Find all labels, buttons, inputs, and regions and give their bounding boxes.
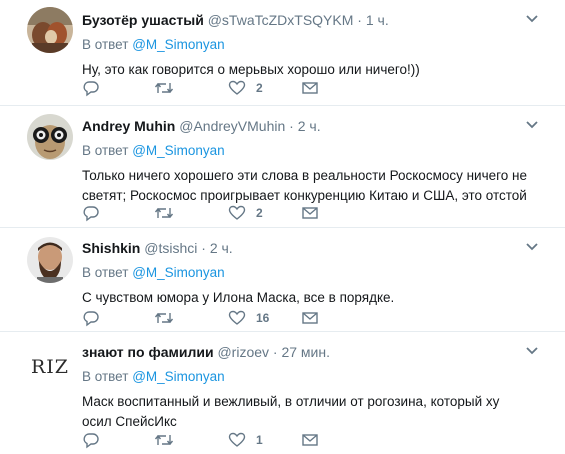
like-button[interactable]: 2 [228,79,263,97]
retweet-icon [154,207,174,219]
like-icon [228,310,246,325]
reply-context: В ответ @M_Simonyan [82,264,545,282]
reply-button[interactable] [82,431,100,449]
timestamp[interactable]: 2 ч. [298,118,321,134]
like-button[interactable]: 1 [228,431,263,449]
message-button[interactable] [301,204,319,222]
reply-feed: Бузотёр ушастый @sTwaTcZDxTSQYKM · 1 ч. … [0,0,565,454]
timestamp[interactable]: 27 мин. [281,344,330,360]
retweet-icon [154,434,174,446]
message-button[interactable] [301,79,319,97]
tweet-text: Только ничего хорошего эти слова в реаль… [82,168,527,203]
reply-mention-link[interactable]: @M_Simonyan [132,143,225,158]
reply-button[interactable] [82,79,100,97]
like-icon [228,205,246,220]
timestamp[interactable]: 2 ч. [210,240,233,256]
user-handle[interactable]: @tsishci [144,240,197,256]
tweet-text: С чувством юмора у Илона Маска, все в по… [82,290,395,305]
reply-mention-link[interactable]: @M_Simonyan [132,265,225,280]
like-icon [228,432,246,447]
tweet-actions: 2 [82,79,322,99]
reply-context: В ответ @M_Simonyan [82,36,545,54]
retweet-icon [154,82,174,94]
message-icon [302,312,318,324]
reply-prefix: В ответ [82,143,129,158]
message-button[interactable] [301,431,319,449]
user-handle[interactable]: @sTwaTcZDxTSQYKM [208,12,354,28]
user-handle[interactable]: @AndreyVMuhin [179,118,285,134]
display-name[interactable]: знают по фамилии [82,344,214,360]
reply-mention-link[interactable]: @M_Simonyan [132,37,225,52]
display-name[interactable]: Shishkin [82,240,140,256]
reply-context: В ответ @M_Simonyan [82,142,545,160]
reply-prefix: В ответ [82,37,129,52]
separator: · [357,12,362,28]
message-icon [302,82,318,94]
user-handle[interactable]: @rizoev [217,344,269,360]
like-count: 1 [256,433,263,447]
reply-context: В ответ @M_Simonyan [82,368,545,386]
avatar-logo-text: RIZ [30,356,69,378]
chevron-down-icon[interactable] [525,120,539,130]
reply-icon [83,206,99,222]
retweet-button[interactable] [154,79,174,97]
message-button[interactable] [301,309,319,327]
avatar[interactable]: RIZ [27,344,73,390]
retweet-button[interactable] [154,431,174,449]
avatar[interactable] [27,114,73,160]
reply-button[interactable] [82,204,100,222]
retweet-icon [154,312,174,324]
reply-prefix: В ответ [82,369,129,384]
tweet-text: Маск воспитанный и вежливый, в отличии о… [82,394,519,429]
tweet[interactable]: Andrey Muhin @AndreyVMuhin · 2 ч. В отве… [0,106,565,228]
message-icon [302,207,318,219]
chevron-down-icon[interactable] [525,242,539,252]
display-name[interactable]: Бузотёр ушастый [82,12,204,28]
like-button[interactable]: 16 [228,309,269,327]
reply-icon [83,311,99,327]
chevron-down-icon[interactable] [525,346,539,356]
like-button[interactable]: 2 [228,204,263,222]
reply-icon [83,81,99,97]
like-count: 16 [256,311,270,325]
separator: · [272,344,278,360]
like-icon [228,80,246,95]
reply-mention-link[interactable]: @M_Simonyan [132,369,225,384]
separator: · [201,240,206,256]
separator: · [289,118,294,134]
reply-icon [83,433,99,449]
display-name[interactable]: Andrey Muhin [82,118,175,134]
tweet-text: Ну, это как говорится о мерьвых хорошо и… [82,62,420,77]
timestamp[interactable]: 1 ч. [366,12,389,28]
tweet-actions: 2 [82,204,322,224]
tweet[interactable]: Shishkin @tsishci · 2 ч. В ответ @M_Simo… [0,228,565,332]
tweet[interactable]: RIZ знают по фамилии @rizoev · 27 мин. В… [0,332,565,454]
avatar[interactable] [27,7,73,53]
avatar[interactable] [27,237,73,283]
message-icon [302,434,318,446]
like-count: 2 [256,206,263,220]
reply-prefix: В ответ [82,265,129,280]
retweet-button[interactable] [154,204,174,222]
chevron-down-icon[interactable] [525,14,539,24]
retweet-button[interactable] [154,309,174,327]
tweet-actions: 16 [82,309,322,329]
tweet-actions: 1 [82,431,322,451]
tweet[interactable]: Бузотёр ушастый @sTwaTcZDxTSQYKM · 1 ч. … [0,0,565,106]
reply-button[interactable] [82,309,100,327]
like-count: 2 [256,81,263,95]
